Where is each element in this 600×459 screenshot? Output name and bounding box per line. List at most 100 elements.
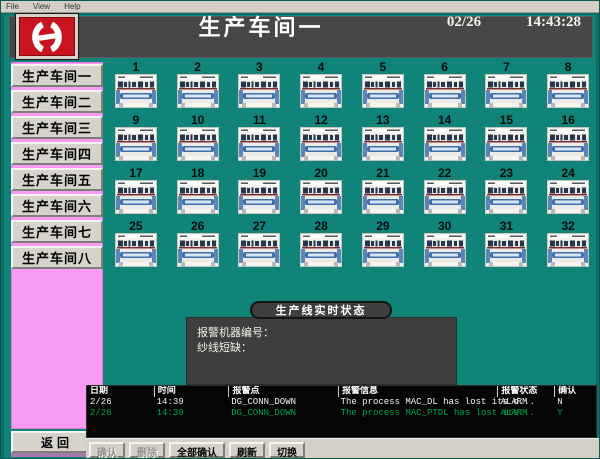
knitting-machine-icon	[300, 233, 342, 267]
knitting-machine-icon	[362, 127, 404, 161]
machine-6[interactable]: 6	[424, 61, 466, 114]
machine-14[interactable]: 14	[424, 114, 466, 167]
sidebar-item-workshop-4[interactable]: 生产车间四	[11, 142, 103, 165]
window-frame-left	[1, 13, 4, 459]
machine-22[interactable]: 22	[424, 167, 466, 220]
knitting-machine-icon	[115, 74, 157, 108]
machine-19[interactable]: 19	[238, 167, 280, 220]
machine-12[interactable]: 12	[300, 114, 342, 167]
machine-number: 11	[253, 114, 266, 127]
knitting-machine-icon	[300, 74, 342, 108]
knitting-machine-icon	[238, 74, 280, 108]
machine-17[interactable]: 17	[115, 167, 157, 220]
table-row[interactable]: 2/2614:39DG_CONN_DOWNThe process MAC_DL …	[87, 397, 596, 408]
knitting-machine-icon	[424, 74, 466, 108]
machine-number: 5	[380, 61, 387, 74]
machine-1[interactable]: 1	[115, 61, 157, 114]
machine-number: 7	[503, 61, 510, 74]
sidebar-item-workshop-1[interactable]: 生产车间一	[11, 64, 103, 87]
machine-number: 9	[133, 114, 140, 127]
table-cell: DG_CONN_DOWN	[228, 397, 337, 408]
alarm-rows: 2/2614:39DG_CONN_DOWNThe process MAC_DL …	[87, 397, 596, 419]
machine-21[interactable]: 21	[362, 167, 404, 220]
knitting-machine-icon	[547, 180, 589, 214]
footer-button-5[interactable]: 切换	[269, 442, 305, 458]
column-header: 报警信息	[338, 386, 497, 397]
sidebar-item-workshop-3[interactable]: 生产车间三	[11, 116, 103, 139]
machine-31[interactable]: 31	[485, 220, 527, 273]
menu-item-view[interactable]: View	[33, 2, 50, 11]
machine-26[interactable]: 26	[177, 220, 219, 273]
table-cell: 14:39	[154, 397, 229, 408]
knitting-machine-icon	[238, 180, 280, 214]
machine-11[interactable]: 11	[238, 114, 280, 167]
table-cell: Y	[554, 408, 596, 419]
machine-29[interactable]: 29	[362, 220, 404, 273]
column-header: 确认	[554, 386, 596, 397]
footer-button-1[interactable]: 确认	[89, 442, 125, 458]
footer-button-2[interactable]: 删除	[129, 442, 165, 458]
menu-item-help[interactable]: Help	[64, 2, 80, 11]
header-date: 02/26	[429, 14, 499, 31]
machine-9[interactable]: 9	[115, 114, 157, 167]
machine-25[interactable]: 25	[115, 220, 157, 273]
knitting-machine-icon	[424, 233, 466, 267]
company-logo	[15, 13, 79, 60]
machine-23[interactable]: 23	[485, 167, 527, 220]
knitting-machine-icon	[362, 74, 404, 108]
machine-8[interactable]: 8	[547, 61, 589, 114]
machine-number: 25	[129, 220, 142, 233]
knitting-machine-icon	[424, 127, 466, 161]
column-header: 时间	[154, 386, 229, 397]
machine-number: 26	[191, 220, 204, 233]
sidebar-item-workshop-5[interactable]: 生产车间五	[11, 168, 103, 191]
column-header: 报警状态	[497, 386, 554, 397]
page-title: 生产车间一	[176, 10, 346, 42]
knitting-machine-icon	[485, 233, 527, 267]
table-cell: 2/26	[87, 397, 154, 408]
machine-10[interactable]: 10	[177, 114, 219, 167]
status-line-alarm-machine: 报警机器编号：	[197, 326, 456, 341]
machine-30[interactable]: 30	[424, 220, 466, 273]
sidebar-item-workshop-8[interactable]: 生产车间八	[11, 246, 103, 269]
table-cell: N	[554, 397, 596, 408]
menu-item-file[interactable]: File	[6, 2, 19, 11]
knitting-machine-icon	[177, 74, 219, 108]
knitting-machine-icon	[238, 233, 280, 267]
machine-18[interactable]: 18	[177, 167, 219, 220]
status-line-yarn-shortage: 纱线短缺：	[197, 341, 456, 356]
knitting-machine-icon	[362, 180, 404, 214]
footer-button-4[interactable]: 刷新	[229, 442, 265, 458]
sidebar-item-workshop-7[interactable]: 生产车间七	[11, 220, 103, 243]
table-cell: 14:39	[154, 408, 229, 419]
alarm-table-header: 日期时间报警点报警信息报警状态确认	[87, 386, 596, 397]
machine-number: 28	[314, 220, 327, 233]
alarm-table[interactable]: 日期时间报警点报警信息报警状态确认 2/2614:39DG_CONN_DOWNT…	[86, 385, 597, 438]
machine-number: 8	[565, 61, 572, 74]
machine-13[interactable]: 13	[362, 114, 404, 167]
machine-5[interactable]: 5	[362, 61, 404, 114]
machine-15[interactable]: 15	[485, 114, 527, 167]
table-row[interactable]: 2/2614:39DG_CONN_DOWNThe process MAC_PTD…	[87, 408, 596, 419]
table-cell: 2/26	[87, 408, 154, 419]
machine-28[interactable]: 28	[300, 220, 342, 273]
machine-2[interactable]: 2	[177, 61, 219, 114]
footer-button-3[interactable]: 全部确认	[169, 442, 225, 458]
sidebar-item-workshop-2[interactable]: 生产车间二	[11, 90, 103, 113]
machine-16[interactable]: 16	[547, 114, 589, 167]
machine-3[interactable]: 3	[238, 61, 280, 114]
machine-number: 16	[561, 114, 574, 127]
machine-number: 27	[253, 220, 266, 233]
machine-7[interactable]: 7	[485, 61, 527, 114]
machine-20[interactable]: 20	[300, 167, 342, 220]
sidebar-item-workshop-6[interactable]: 生产车间六	[11, 194, 103, 217]
machine-4[interactable]: 4	[300, 61, 342, 114]
table-cell: ALARM	[498, 408, 555, 419]
table-cell: DG_CONN_DOWN	[228, 408, 337, 419]
machine-32[interactable]: 32	[547, 220, 589, 273]
machine-24[interactable]: 24	[547, 167, 589, 220]
status-panel: 报警机器编号： 纱线短缺：	[186, 317, 457, 385]
knitting-machine-icon	[177, 180, 219, 214]
machine-27[interactable]: 27	[238, 220, 280, 273]
machine-number: 24	[561, 167, 574, 180]
